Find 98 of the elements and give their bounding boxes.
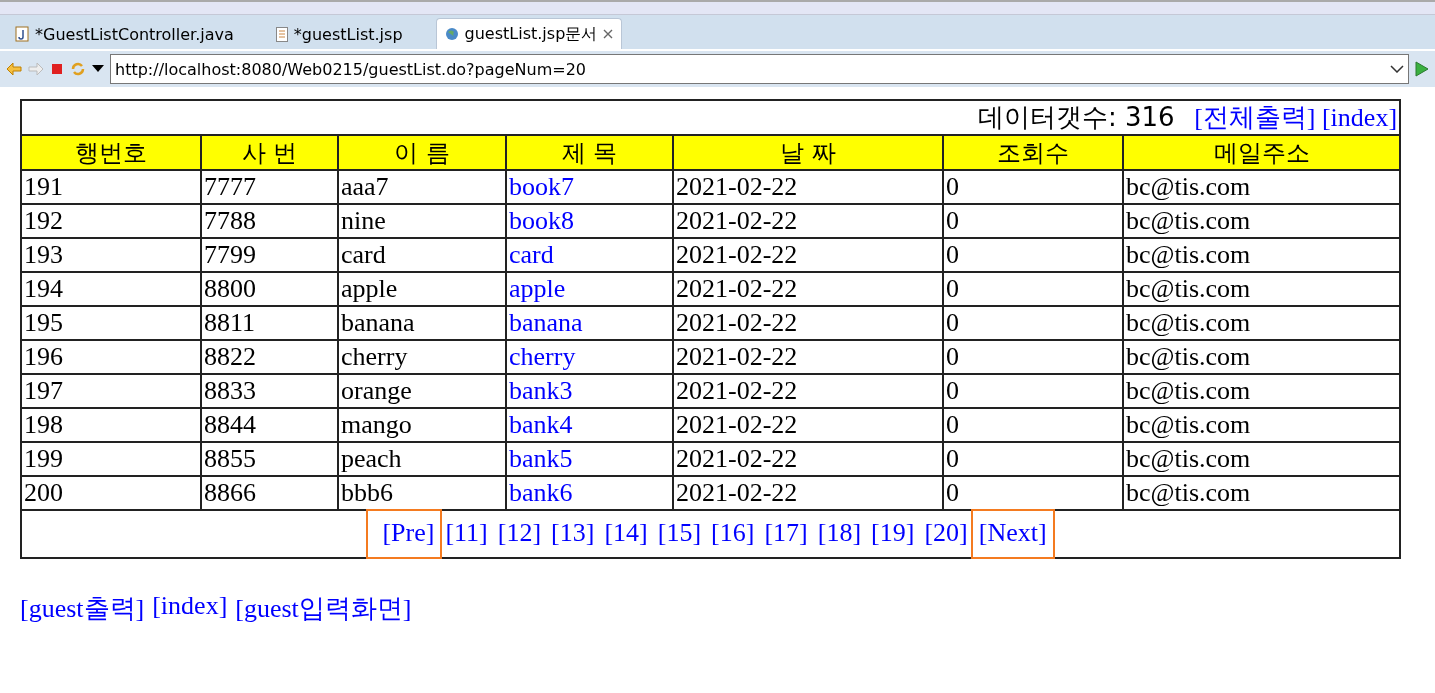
file-icon <box>275 26 288 42</box>
table-cell: bc@tis.com <box>1123 374 1401 408</box>
table-cell: 8844 <box>201 408 338 442</box>
nav-link[interactable]: [전체출력] <box>1194 103 1316 132</box>
column-header: 행번호 <box>21 135 201 170</box>
table-cell: orange <box>338 374 506 408</box>
table-cell: 199 <box>21 442 201 476</box>
table-cell: bc@tis.com <box>1123 340 1401 374</box>
table-cell: aaa7 <box>338 170 506 204</box>
go-icon[interactable] <box>1415 61 1429 77</box>
page-link[interactable]: [Next] <box>972 511 1053 557</box>
page-link[interactable]: [11] <box>440 517 493 549</box>
table-cell: 194 <box>21 272 201 306</box>
page-link[interactable]: [12] <box>492 517 547 549</box>
column-header: 이 름 <box>338 135 506 170</box>
table-cell: 198 <box>21 408 201 442</box>
page-link[interactable]: [15] <box>652 517 707 549</box>
table-cell: 0 <box>943 306 1123 340</box>
table-cell: 195 <box>21 306 201 340</box>
table-cell: 2021-02-22 <box>673 306 943 340</box>
chevron-down-icon[interactable] <box>1390 65 1404 73</box>
table-cell: 2021-02-22 <box>673 442 943 476</box>
table-cell: 0 <box>943 204 1123 238</box>
table-cell: bc@tis.com <box>1123 272 1401 306</box>
page-link[interactable]: [Pre] <box>368 511 441 557</box>
table-cell: bc@tis.com <box>1123 476 1401 510</box>
table-cell: bc@tis.com <box>1123 170 1401 204</box>
table-cell: 2021-02-22 <box>673 374 943 408</box>
table-cell: bc@tis.com <box>1123 442 1401 476</box>
table-cell: 8811 <box>201 306 338 340</box>
table-cell: 8800 <box>201 272 338 306</box>
table-cell: 0 <box>943 476 1123 510</box>
table-cell: 0 <box>943 408 1123 442</box>
back-icon[interactable] <box>6 62 22 76</box>
page-link[interactable]: [13] <box>546 517 600 549</box>
page-link[interactable]: [16] <box>706 517 760 549</box>
dropdown-icon[interactable] <box>92 65 104 73</box>
table-cell: 2021-02-22 <box>673 272 943 306</box>
table-cell: 7777 <box>201 170 338 204</box>
table-cell: nine <box>338 204 506 238</box>
nav-link[interactable]: [guest입력화면] <box>235 591 412 626</box>
table-cell: 8833 <box>201 374 338 408</box>
nav-link[interactable]: [index] <box>1321 103 1398 132</box>
table-cell: 8866 <box>201 476 338 510</box>
nav-link[interactable]: [index] <box>152 591 228 626</box>
table-cell: 0 <box>943 272 1123 306</box>
table-cell: 2021-02-22 <box>673 340 943 374</box>
java-file-icon <box>15 26 29 42</box>
editor-tab[interactable]: *guestList.jsp <box>266 18 412 49</box>
editor-tab[interactable]: *GuestListController.java <box>6 18 243 49</box>
table-cell: bc@tis.com <box>1123 204 1401 238</box>
table-cell: cherry <box>338 340 506 374</box>
table-cell: apple <box>338 272 506 306</box>
table-cell: card <box>338 238 506 272</box>
table-cell: 0 <box>943 442 1123 476</box>
table-cell: 8855 <box>201 442 338 476</box>
table-cell: 8822 <box>201 340 338 374</box>
table-cell: 7788 <box>201 204 338 238</box>
table-cell: banana <box>338 306 506 340</box>
table-cell: bc@tis.com <box>1123 408 1401 442</box>
table-cell: 2021-02-22 <box>673 204 943 238</box>
column-header: 메일주소 <box>1123 135 1401 170</box>
page-link[interactable]: [14] <box>599 517 653 549</box>
column-header: 사 번 <box>201 135 338 170</box>
table-cell: 193 <box>21 238 201 272</box>
column-header: 제 목 <box>506 135 673 170</box>
data-count: 데이터갯수: 316 <box>977 102 1175 132</box>
page-link[interactable]: [18] <box>812 517 867 549</box>
page-link[interactable]: [19] <box>866 517 920 549</box>
table-cell: 191 <box>21 170 201 204</box>
table-cell: 2021-02-22 <box>673 170 943 204</box>
table-cell: 2021-02-22 <box>673 476 943 510</box>
table-cell: 197 <box>21 374 201 408</box>
table-cell: 0 <box>943 238 1123 272</box>
table-cell: 0 <box>943 374 1123 408</box>
editor-tab[interactable]: guestList.jsp문서 <box>435 18 623 49</box>
page-link[interactable]: [17] <box>759 517 813 549</box>
table-cell: bbb6 <box>338 476 506 510</box>
column-header: 날 짜 <box>673 135 943 170</box>
table-cell: peach <box>338 442 506 476</box>
address-field[interactable]: http://localhost:8080/Web0215/guestList.do?pageNum=20 <box>110 54 1409 84</box>
table-cell: 0 <box>943 340 1123 374</box>
page-link[interactable]: [20] <box>919 517 973 549</box>
table-cell: 200 <box>21 476 201 510</box>
table-cell: bc@tis.com <box>1123 238 1401 272</box>
table-cell: 192 <box>21 204 201 238</box>
globe-icon <box>444 27 459 41</box>
stop-icon[interactable] <box>50 62 64 76</box>
table-cell: 196 <box>21 340 201 374</box>
table-cell: bc@tis.com <box>1123 306 1401 340</box>
table-cell: 0 <box>943 170 1123 204</box>
table-cell: mango <box>338 408 506 442</box>
table-cell: 7799 <box>201 238 338 272</box>
column-header: 조회수 <box>943 135 1123 170</box>
nav-link[interactable]: [guest출력] <box>20 591 145 626</box>
table-cell: 2021-02-22 <box>673 238 943 272</box>
table-cell: 2021-02-22 <box>673 408 943 442</box>
close-icon[interactable] <box>603 29 614 39</box>
